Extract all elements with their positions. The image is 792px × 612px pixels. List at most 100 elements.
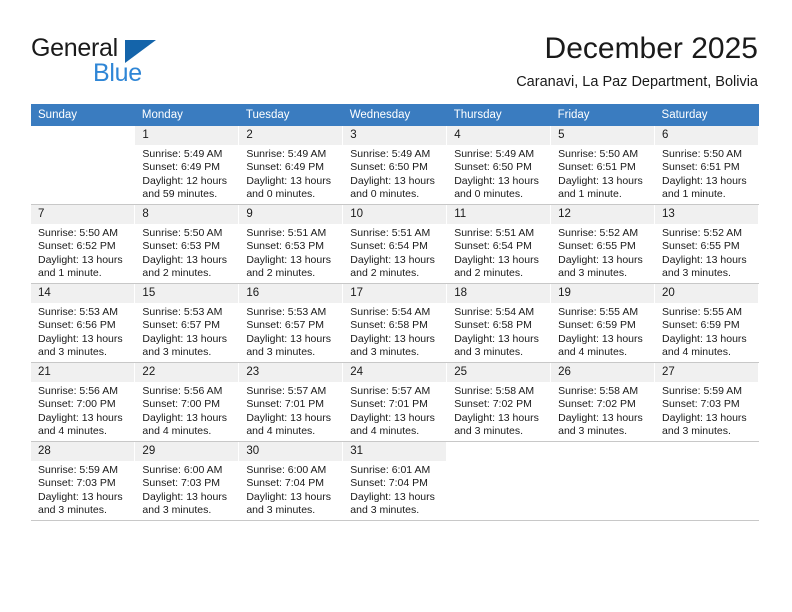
day-cell[interactable]: 31 Sunrise: 6:01 AM Sunset: 7:04 PM Dayli… <box>342 441 448 521</box>
day-cell[interactable]: 7 Sunrise: 5:50 AM Sunset: 6:52 PM Daylig… <box>31 204 136 284</box>
day-info: Sunrise: 6:01 AM Sunset: 7:04 PM Dayligh… <box>350 464 435 517</box>
day-info <box>655 448 758 451</box>
day-info: Sunrise: 5:53 AM Sunset: 6:57 PM Dayligh… <box>142 306 228 359</box>
day-cell[interactable]: 22 Sunrise: 5:56 AM Sunset: 7:00 PM Dayli… <box>134 362 240 442</box>
day-cell[interactable]: 15 Sunrise: 5:53 AM Sunset: 6:57 PM Dayli… <box>134 283 240 363</box>
day-number: 15 <box>135 284 239 303</box>
day-info: Sunrise: 5:52 AM Sunset: 6:55 PM Dayligh… <box>662 227 747 280</box>
day-cell[interactable]: 1 Sunrise: 5:49 AM Sunset: 6:49 PM Daylig… <box>134 126 240 205</box>
day-info: Sunrise: 5:49 AM Sunset: 6:49 PM Dayligh… <box>246 148 331 201</box>
weekday-header-friday: Friday <box>550 104 655 126</box>
day-cell[interactable]: 17 Sunrise: 5:54 AM Sunset: 6:58 PM Dayli… <box>342 283 448 363</box>
day-number: 7 <box>31 205 135 224</box>
day-cell[interactable]: 24 Sunrise: 5:57 AM Sunset: 7:01 PM Dayli… <box>342 362 448 442</box>
day-info: Sunrise: 5:53 AM Sunset: 6:56 PM Dayligh… <box>38 306 123 359</box>
day-cell[interactable]: 20 Sunrise: 5:55 AM Sunset: 6:59 PM Dayli… <box>654 283 759 363</box>
day-info: Sunrise: 5:52 AM Sunset: 6:55 PM Dayligh… <box>558 227 643 280</box>
day-cell[interactable]: 29 Sunrise: 6:00 AM Sunset: 7:03 PM Dayli… <box>134 441 240 521</box>
day-info: Sunrise: 5:58 AM Sunset: 7:02 PM Dayligh… <box>454 385 539 438</box>
day-cell[interactable]: 5 Sunrise: 5:50 AM Sunset: 6:51 PM Daylig… <box>550 126 656 205</box>
calendar-header-row: Sunday Monday Tuesday Wednesday Thursday… <box>31 104 759 126</box>
day-number: 8 <box>135 205 239 224</box>
day-cell[interactable]: 11 Sunrise: 5:51 AM Sunset: 6:54 PM Dayli… <box>446 204 552 284</box>
day-cell <box>446 441 552 521</box>
day-cell[interactable]: 25 Sunrise: 5:58 AM Sunset: 7:02 PM Dayli… <box>446 362 552 442</box>
day-cell[interactable]: 9 Sunrise: 5:51 AM Sunset: 6:53 PM Daylig… <box>238 204 344 284</box>
day-cell[interactable]: 26 Sunrise: 5:58 AM Sunset: 7:02 PM Dayli… <box>550 362 656 442</box>
title-block: December 2025 Caranavi, La Paz Departmen… <box>516 30 758 92</box>
day-number: 16 <box>239 284 343 303</box>
day-number: 2 <box>239 126 343 145</box>
day-cell[interactable]: 13 Sunrise: 5:52 AM Sunset: 6:55 PM Dayli… <box>654 204 759 284</box>
day-info <box>31 132 134 135</box>
logo-text-blue: Blue <box>93 59 142 87</box>
generalblue-logo[interactable]: General Blue <box>31 34 241 87</box>
calendar-week-row: 7 Sunrise: 5:50 AM Sunset: 6:52 PM Daylig… <box>31 204 759 284</box>
day-info: Sunrise: 5:50 AM Sunset: 6:52 PM Dayligh… <box>38 227 123 280</box>
weekday-header-saturday: Saturday <box>654 104 759 126</box>
day-cell[interactable]: 18 Sunrise: 5:54 AM Sunset: 6:58 PM Dayli… <box>446 283 552 363</box>
day-info: Sunrise: 5:49 AM Sunset: 6:50 PM Dayligh… <box>350 148 435 201</box>
day-info: Sunrise: 5:55 AM Sunset: 6:59 PM Dayligh… <box>558 306 643 359</box>
day-info <box>447 448 550 451</box>
day-info: Sunrise: 5:51 AM Sunset: 6:53 PM Dayligh… <box>246 227 331 280</box>
day-number: 12 <box>551 205 655 224</box>
day-cell[interactable]: 2 Sunrise: 5:49 AM Sunset: 6:49 PM Daylig… <box>238 126 344 205</box>
day-cell[interactable]: 19 Sunrise: 5:55 AM Sunset: 6:59 PM Dayli… <box>550 283 656 363</box>
calendar-page: General Blue December 2025 Caranavi, La … <box>0 0 792 612</box>
calendar-week-row: 1 Sunrise: 5:49 AM Sunset: 6:49 PM Daylig… <box>31 126 759 205</box>
day-number: 1 <box>135 126 239 145</box>
day-cell[interactable]: 10 Sunrise: 5:51 AM Sunset: 6:54 PM Dayli… <box>342 204 448 284</box>
page-title: December 2025 <box>544 32 758 65</box>
day-cell[interactable]: 14 Sunrise: 5:53 AM Sunset: 6:56 PM Dayli… <box>31 283 136 363</box>
day-cell[interactable]: 27 Sunrise: 5:59 AM Sunset: 7:03 PM Dayli… <box>654 362 759 442</box>
day-info: Sunrise: 5:50 AM Sunset: 6:53 PM Dayligh… <box>142 227 228 280</box>
day-number: 5 <box>551 126 655 145</box>
day-cell[interactable]: 6 Sunrise: 5:50 AM Sunset: 6:51 PM Daylig… <box>654 126 759 205</box>
page-subtitle: Caranavi, La Paz Department, Bolivia <box>516 74 758 90</box>
day-info: Sunrise: 5:51 AM Sunset: 6:54 PM Dayligh… <box>350 227 435 280</box>
page-header: General Blue December 2025 Caranavi, La … <box>0 0 792 100</box>
day-info: Sunrise: 6:00 AM Sunset: 7:04 PM Dayligh… <box>246 464 331 517</box>
weekday-header-thursday: Thursday <box>446 104 551 126</box>
day-cell[interactable]: 8 Sunrise: 5:50 AM Sunset: 6:53 PM Daylig… <box>134 204 240 284</box>
day-cell[interactable]: 12 Sunrise: 5:52 AM Sunset: 6:55 PM Dayli… <box>550 204 656 284</box>
day-cell <box>654 441 759 521</box>
day-number: 28 <box>31 442 135 461</box>
calendar-body: 1 Sunrise: 5:49 AM Sunset: 6:49 PM Daylig… <box>31 126 759 521</box>
day-number: 23 <box>239 363 343 382</box>
calendar-grid: Sunday Monday Tuesday Wednesday Thursday… <box>31 104 759 521</box>
day-cell[interactable]: 21 Sunrise: 5:56 AM Sunset: 7:00 PM Dayli… <box>31 362 136 442</box>
day-cell[interactable]: 16 Sunrise: 5:53 AM Sunset: 6:57 PM Dayli… <box>238 283 344 363</box>
calendar-week-row: 28 Sunrise: 5:59 AM Sunset: 7:03 PM Dayli… <box>31 441 759 521</box>
day-number: 26 <box>551 363 655 382</box>
day-cell[interactable]: 28 Sunrise: 5:59 AM Sunset: 7:03 PM Dayli… <box>31 441 136 521</box>
day-info: Sunrise: 5:59 AM Sunset: 7:03 PM Dayligh… <box>38 464 123 517</box>
day-info: Sunrise: 5:51 AM Sunset: 6:54 PM Dayligh… <box>454 227 539 280</box>
day-number: 6 <box>655 126 758 145</box>
day-cell[interactable]: 3 Sunrise: 5:49 AM Sunset: 6:50 PM Daylig… <box>342 126 448 205</box>
day-cell[interactable]: 4 Sunrise: 5:49 AM Sunset: 6:50 PM Daylig… <box>446 126 552 205</box>
day-number: 22 <box>135 363 239 382</box>
day-info: Sunrise: 5:55 AM Sunset: 6:59 PM Dayligh… <box>662 306 747 359</box>
weekday-header-tuesday: Tuesday <box>238 104 343 126</box>
day-info: Sunrise: 5:56 AM Sunset: 7:00 PM Dayligh… <box>142 385 228 438</box>
day-info: Sunrise: 5:59 AM Sunset: 7:03 PM Dayligh… <box>662 385 747 438</box>
day-number: 29 <box>135 442 239 461</box>
calendar-week-row: 14 Sunrise: 5:53 AM Sunset: 6:56 PM Dayli… <box>31 283 759 363</box>
day-cell[interactable]: 23 Sunrise: 5:57 AM Sunset: 7:01 PM Dayli… <box>238 362 344 442</box>
day-info: Sunrise: 5:49 AM Sunset: 6:50 PM Dayligh… <box>454 148 539 201</box>
weekday-header-wednesday: Wednesday <box>342 104 447 126</box>
day-info: Sunrise: 5:57 AM Sunset: 7:01 PM Dayligh… <box>246 385 331 438</box>
day-info: Sunrise: 5:53 AM Sunset: 6:57 PM Dayligh… <box>246 306 331 359</box>
day-number: 20 <box>655 284 758 303</box>
weekday-header-sunday: Sunday <box>31 104 135 126</box>
day-cell <box>550 441 656 521</box>
day-info: Sunrise: 5:57 AM Sunset: 7:01 PM Dayligh… <box>350 385 435 438</box>
day-number: 19 <box>551 284 655 303</box>
day-info: Sunrise: 5:58 AM Sunset: 7:02 PM Dayligh… <box>558 385 643 438</box>
day-info <box>551 448 654 451</box>
day-cell <box>31 126 136 205</box>
day-cell[interactable]: 30 Sunrise: 6:00 AM Sunset: 7:04 PM Dayli… <box>238 441 344 521</box>
day-number: 3 <box>343 126 447 145</box>
